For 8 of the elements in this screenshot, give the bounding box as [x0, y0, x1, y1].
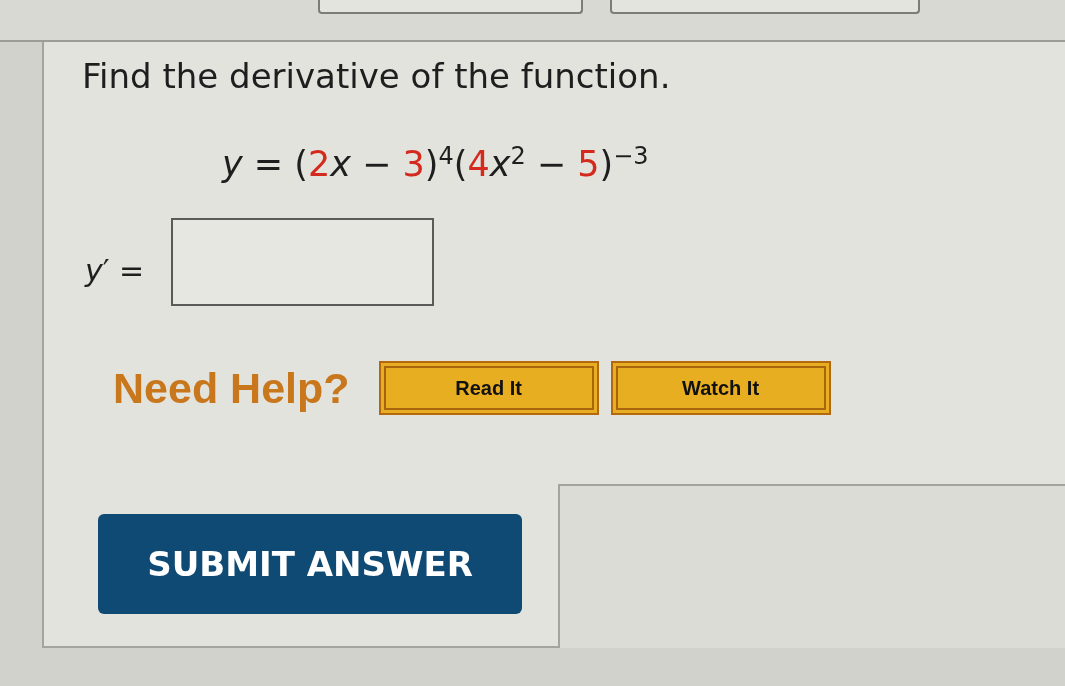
- answer-label: y′ =: [85, 251, 145, 290]
- help-button[interactable]: Watch It: [610, 361, 831, 416]
- help-button[interactable]: Read It: [378, 361, 599, 416]
- submit-button[interactable]: SUBMIT ANSWER: [98, 514, 522, 614]
- answer-box[interactable]: [171, 218, 435, 307]
- need-help-label: Need Help?: [113, 364, 350, 412]
- question-prompt: Find the derivative of the function.: [82, 56, 671, 97]
- equation: y = (2x − 3)$^{4}$(4x$^{2}$ − 5)$^{−3}$: [222, 141, 649, 186]
